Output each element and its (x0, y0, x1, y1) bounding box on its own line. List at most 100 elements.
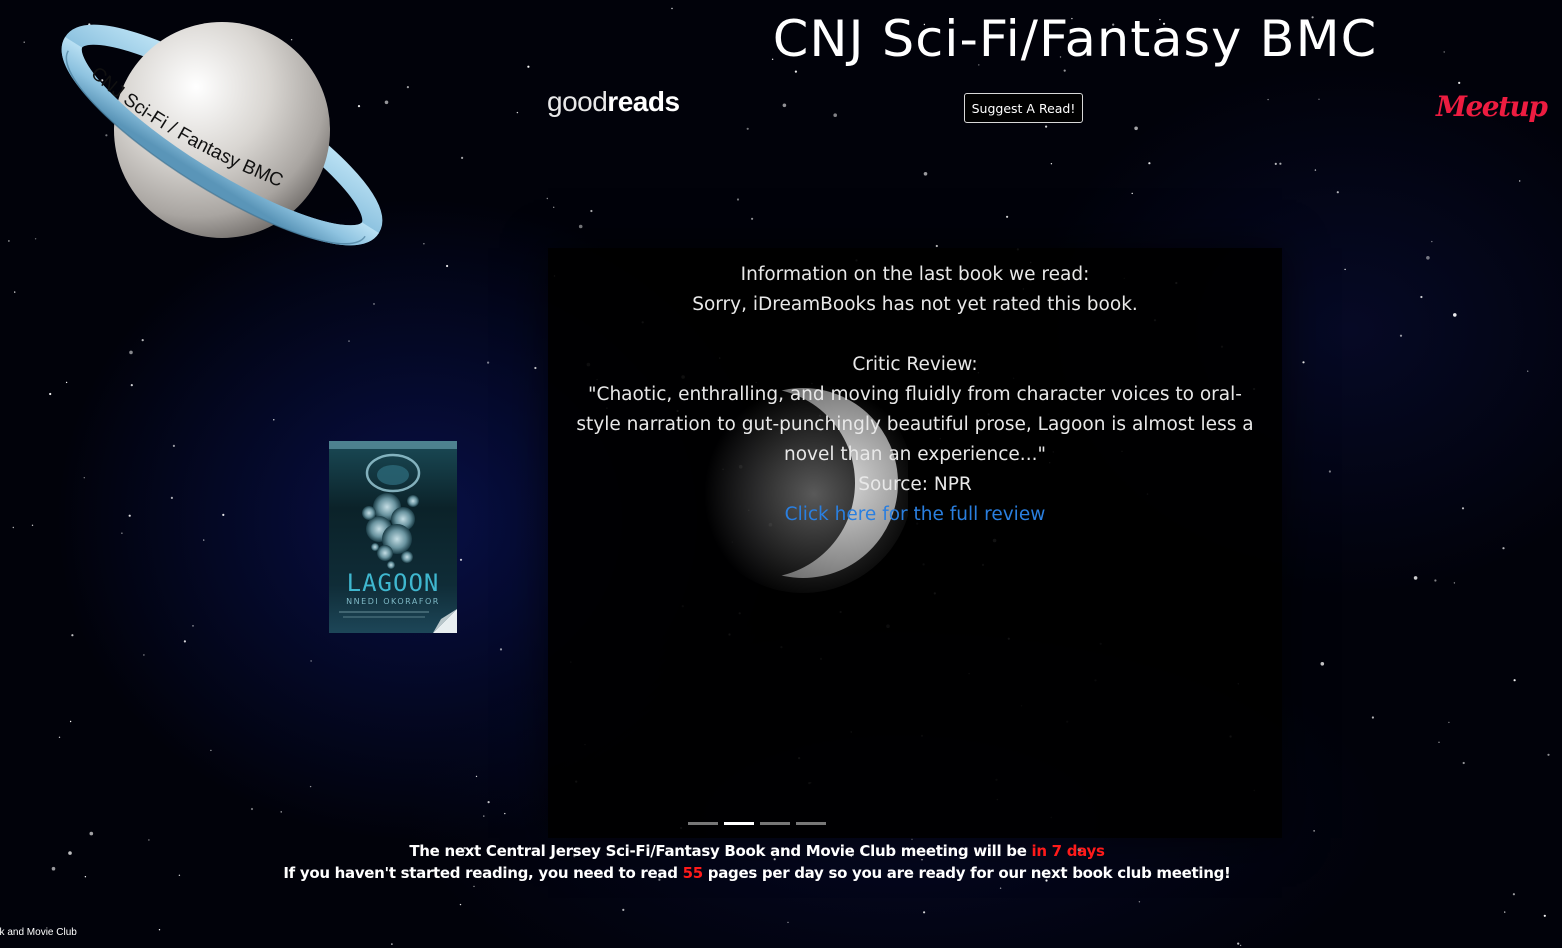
days-until-meeting: in 7 days (1031, 842, 1105, 860)
star (459, 558, 463, 561)
goodreads-link[interactable]: goodreads (547, 86, 680, 118)
star (935, 244, 938, 248)
star (1413, 576, 1418, 580)
star (487, 361, 490, 364)
star (590, 209, 593, 213)
slide-caption: Information on the last book we read: So… (548, 260, 1282, 530)
star (1313, 830, 1315, 832)
countdown-line1-prefix: The next Central Jersey Sci-Fi/Fantasy B… (409, 842, 1032, 860)
star (250, 807, 254, 811)
star (1274, 162, 1277, 165)
star (1513, 679, 1516, 682)
star (65, 381, 68, 384)
star (1399, 334, 1403, 337)
meetup-link[interactable]: Meetup (1436, 90, 1548, 123)
star (222, 513, 225, 517)
star (14, 291, 16, 293)
star (546, 197, 548, 200)
star (1426, 255, 1430, 260)
book-cover-title: LAGOON (347, 569, 440, 597)
book-info-carousel: Information on the last book we read: So… (548, 248, 1282, 838)
star (83, 477, 86, 479)
footer-club-name: ok and Movie Club (0, 927, 77, 938)
full-review-link[interactable]: Click here for the full review (785, 504, 1046, 525)
carousel-indicator[interactable] (688, 822, 718, 825)
star (1336, 191, 1339, 194)
carousel-indicator[interactable] (760, 822, 790, 825)
star (31, 524, 34, 526)
star (1302, 361, 1305, 364)
star (534, 366, 537, 370)
star (923, 911, 926, 914)
star (1314, 169, 1317, 171)
club-planet-logo[interactable]: CNJ Sci-Fi / Fantasy BMC (50, 0, 395, 270)
star (1512, 893, 1515, 896)
carousel-indicator[interactable] (796, 822, 826, 825)
countdown-line2-prefix: If you haven't started reading, you need… (283, 864, 683, 882)
star (89, 831, 94, 836)
star (1371, 716, 1374, 719)
star (130, 384, 133, 387)
star (1237, 942, 1240, 945)
star (183, 640, 186, 643)
star (121, 532, 123, 534)
star (782, 103, 787, 108)
star (1006, 215, 1009, 218)
carousel-indicator[interactable] (724, 822, 754, 825)
star (310, 660, 312, 662)
star (1318, 98, 1320, 101)
star (487, 801, 490, 804)
star (8, 240, 10, 242)
star (1502, 547, 1505, 550)
star (553, 206, 555, 208)
star (203, 539, 205, 541)
star (923, 172, 928, 176)
star (391, 943, 393, 945)
suggest-a-read-button[interactable]: Suggest A Read! (964, 93, 1083, 123)
star (1279, 162, 1282, 165)
star (71, 634, 74, 637)
star (1527, 370, 1529, 372)
star (423, 243, 425, 245)
star (499, 648, 503, 651)
book-cover-image[interactable]: LAGOON NNEDI OKORAFOR (329, 441, 457, 633)
star (736, 198, 740, 201)
star (1448, 721, 1450, 724)
carousel-indicators (688, 822, 826, 826)
star (1045, 125, 1048, 128)
star (69, 720, 72, 723)
goodreads-logo-bold: reads (607, 86, 680, 117)
star (1519, 180, 1521, 182)
star (1431, 240, 1433, 243)
star (348, 340, 350, 342)
star (273, 419, 275, 421)
star (794, 70, 798, 73)
countdown-line-1: The next Central Jersey Sci-Fi/Fantasy B… (0, 840, 1514, 862)
star (1504, 911, 1506, 913)
star (192, 625, 194, 627)
star (787, 921, 789, 924)
star (999, 887, 1002, 889)
star (12, 526, 14, 529)
star (128, 514, 131, 517)
last-book-heading: Information on the last book we read: (740, 264, 1090, 285)
star (578, 224, 583, 229)
star (1462, 761, 1465, 765)
star (1148, 162, 1151, 165)
star (1328, 470, 1331, 473)
star (516, 111, 519, 114)
star (1543, 914, 1546, 917)
critic-review-label: Critic Review: (852, 354, 978, 375)
star (671, 7, 673, 10)
star (373, 303, 375, 305)
star (1131, 192, 1133, 195)
star (473, 885, 475, 888)
star (309, 785, 312, 788)
star (833, 113, 837, 117)
star (23, 41, 25, 43)
star (1420, 295, 1423, 299)
page-background: CNJ Sci-Fi / Fantasy BMC CNJ Sci-Fi/Fant… (0, 0, 1562, 948)
rating-note: Sorry, iDreamBooks has not yet rated thi… (692, 294, 1138, 315)
star (406, 86, 409, 89)
review-source: Source: NPR (858, 474, 972, 495)
